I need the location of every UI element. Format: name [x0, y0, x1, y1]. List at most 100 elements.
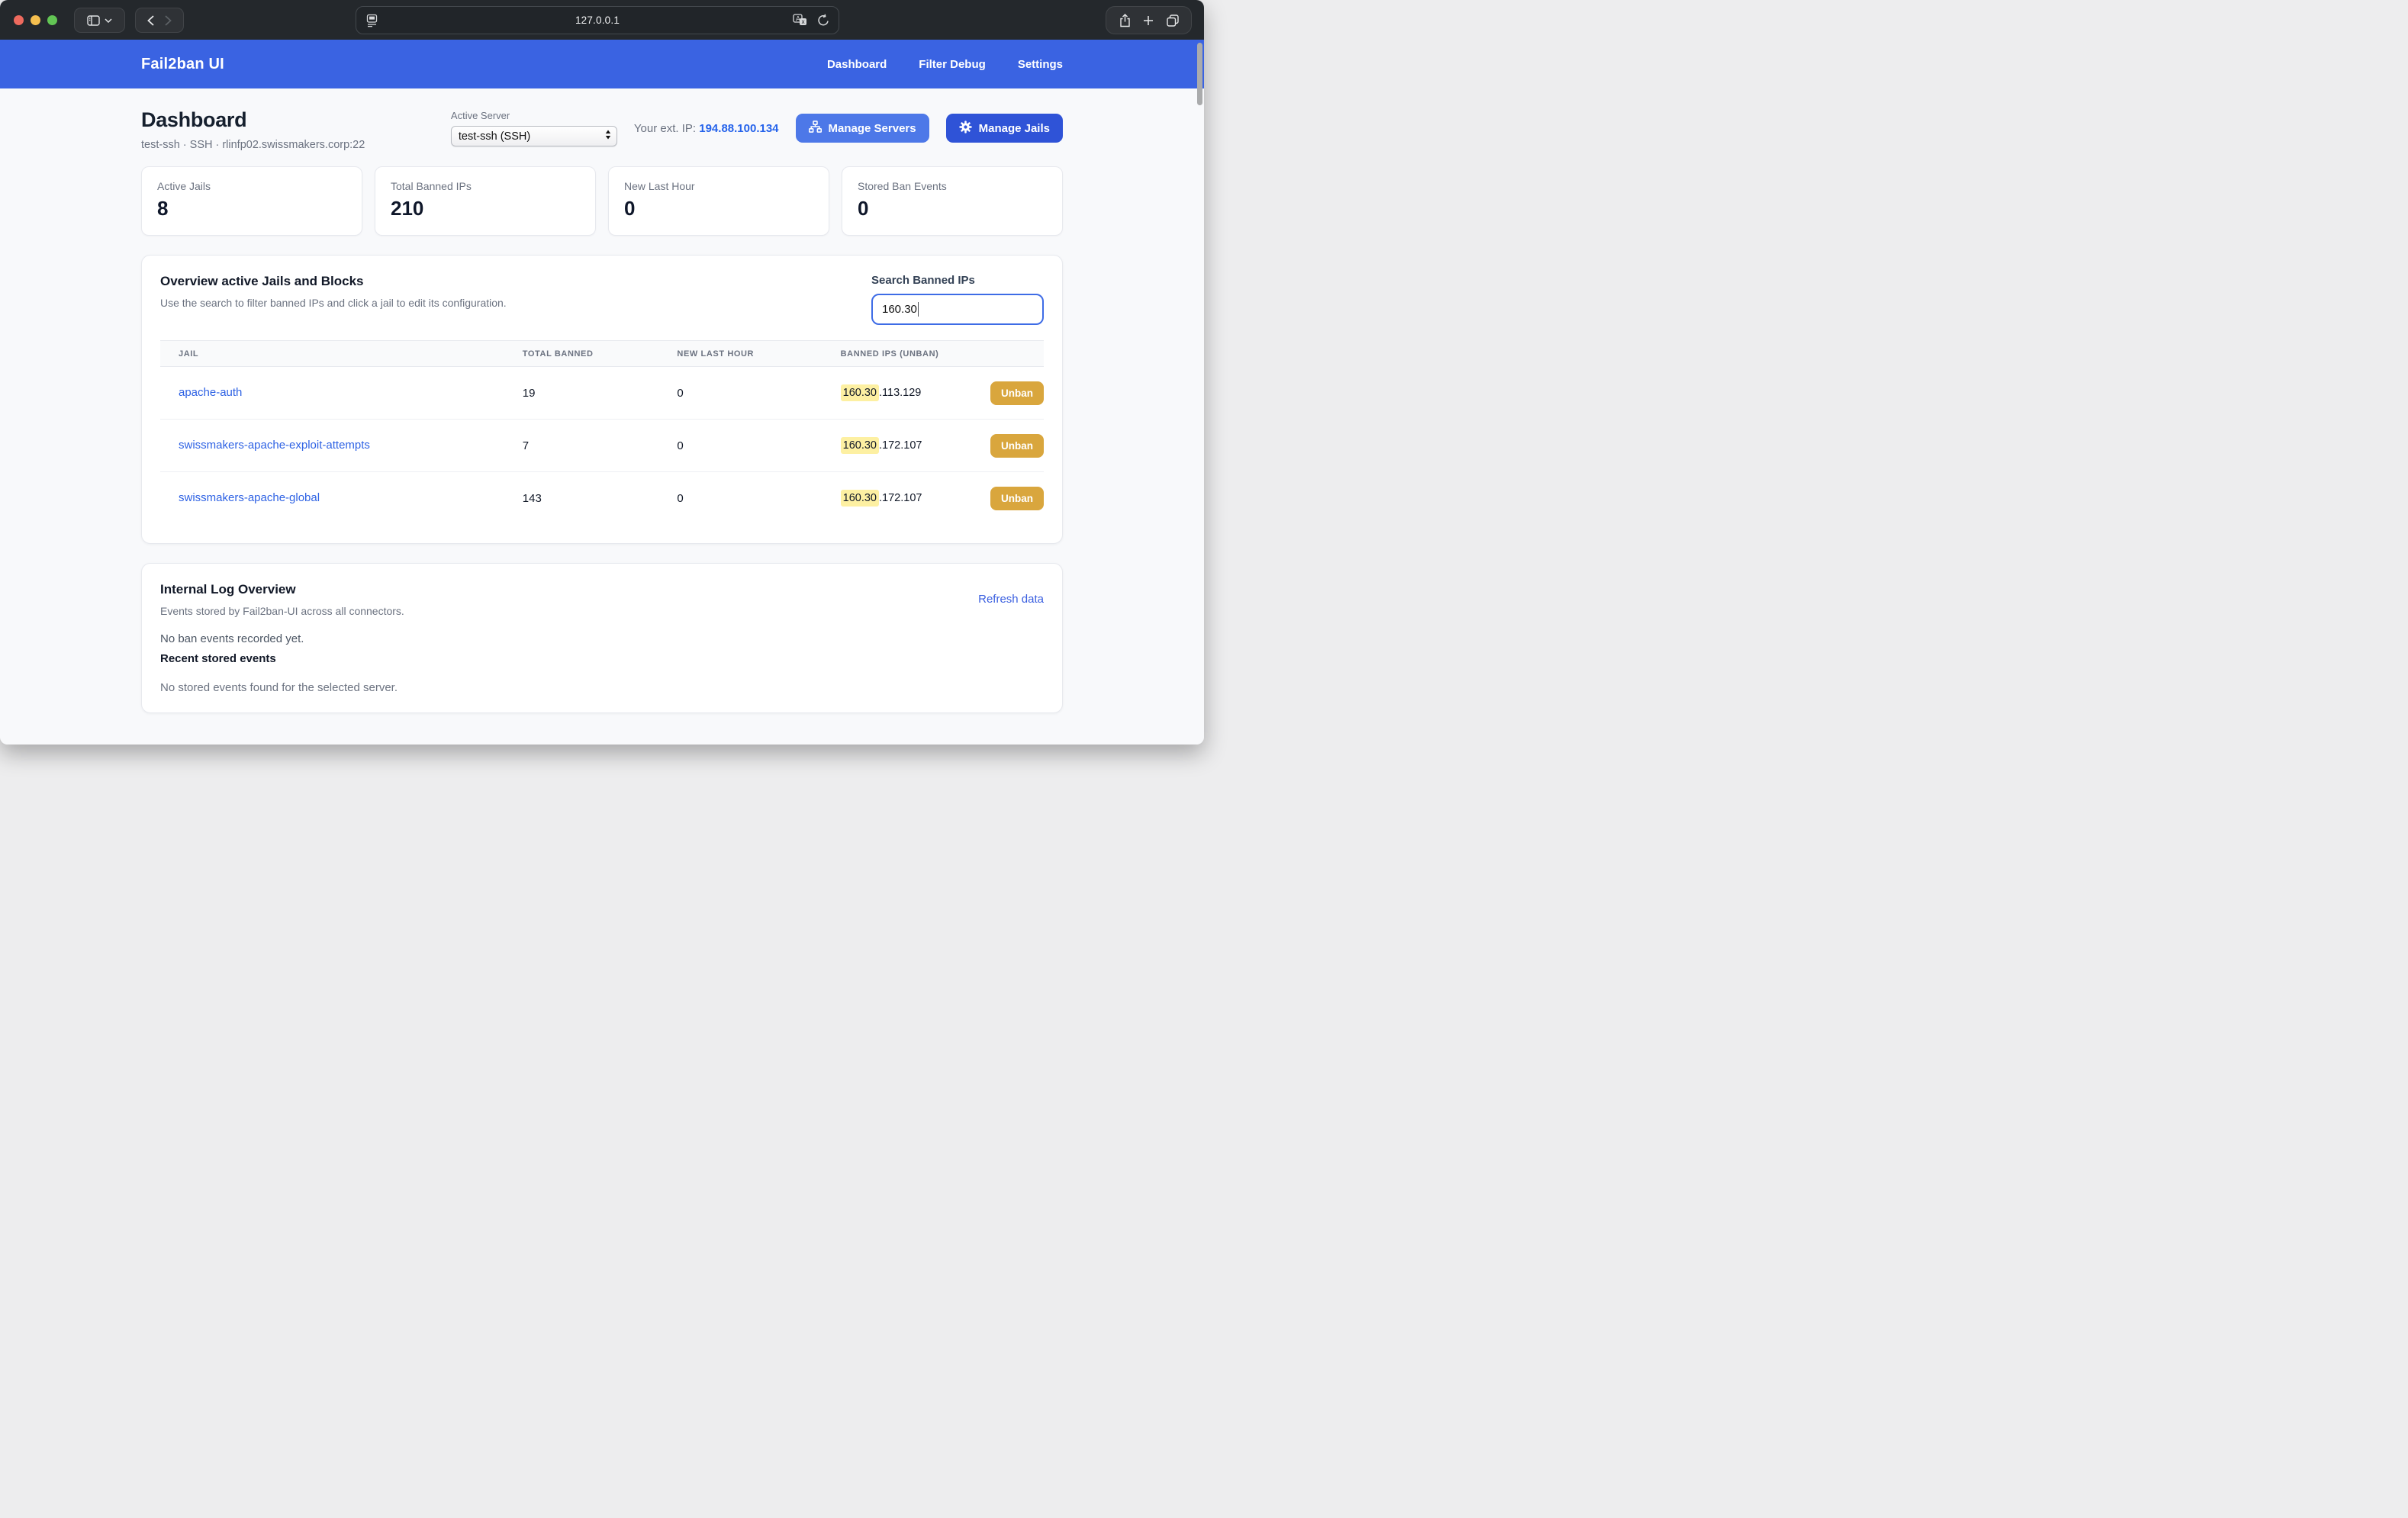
- page-scrollbar[interactable]: [1197, 43, 1202, 105]
- banned-ip: 160.30.172.107: [841, 439, 922, 452]
- stat-value: 0: [624, 197, 813, 220]
- nav-link-dashboard[interactable]: Dashboard: [827, 58, 887, 71]
- share-icon[interactable]: [1119, 14, 1131, 27]
- browser-toolbar: 127.0.0.1 A x: [0, 0, 1204, 40]
- internal-log-title: Internal Log Overview: [160, 582, 404, 597]
- total-banned-value: 19: [523, 367, 678, 420]
- stat-value: 0: [858, 197, 1047, 220]
- jail-link[interactable]: apache-auth: [179, 386, 242, 399]
- browser-window: 127.0.0.1 A x: [0, 0, 1204, 745]
- gear-icon: [959, 121, 972, 137]
- new-last-hour-value: 0: [677, 420, 840, 472]
- history-nav-group: [135, 8, 184, 33]
- overview-card: Overview active Jails and Blocks Use the…: [141, 255, 1063, 544]
- ip-search-highlight: 160.30: [841, 490, 879, 507]
- jail-link[interactable]: swissmakers-apache-exploit-attempts: [179, 439, 370, 452]
- table-row: apache-auth 19 0 160.30.113.129 Unban: [160, 367, 1044, 420]
- back-button-icon[interactable]: [147, 15, 154, 26]
- url-text[interactable]: 127.0.0.1: [356, 14, 839, 26]
- sidebar-toggle-group: [74, 8, 125, 33]
- fullscreen-window-button[interactable]: [47, 15, 57, 25]
- app-brand: Fail2ban UI: [141, 56, 224, 73]
- sidebar-chevron-down-icon[interactable]: [105, 18, 112, 23]
- ip-rest: .172.107: [879, 492, 922, 504]
- external-ip: Your ext. IP: 194.88.100.134: [634, 122, 779, 135]
- ip-search-highlight: 160.30: [841, 384, 879, 401]
- sitemap-icon: [809, 121, 822, 136]
- search-banned-ips-input[interactable]: 160.30: [871, 294, 1044, 325]
- manage-servers-button[interactable]: Manage Servers: [796, 114, 929, 143]
- search-banned-ips-label: Search Banned IPs: [871, 274, 1044, 287]
- page-header: Dashboard test-ssh · SSH · rlinfp02.swis…: [141, 108, 1063, 151]
- stat-label: Total Banned IPs: [391, 180, 580, 192]
- manage-jails-label: Manage Jails: [979, 122, 1050, 135]
- active-server-value: test-ssh (SSH): [459, 130, 530, 143]
- column-header-banned-ips: Banned IPs (Unban): [841, 341, 1044, 367]
- unban-button[interactable]: Unban: [990, 381, 1044, 405]
- column-header-jail: Jail: [160, 341, 523, 367]
- manage-jails-button[interactable]: Manage Jails: [946, 114, 1063, 143]
- page-body: Dashboard test-ssh · SSH · rlinfp02.swis…: [0, 88, 1204, 745]
- text-cursor: [918, 302, 919, 317]
- banned-ip: 160.30.172.107: [841, 492, 922, 504]
- manage-servers-label: Manage Servers: [829, 122, 916, 135]
- ip-rest: .172.107: [879, 439, 922, 452]
- jails-table: Jail Total Banned New Last Hour Banned I…: [160, 340, 1044, 525]
- refresh-data-link[interactable]: Refresh data: [978, 593, 1044, 606]
- active-server-label: Active Server: [451, 110, 617, 121]
- new-last-hour-value: 0: [677, 472, 840, 525]
- close-window-button[interactable]: [14, 15, 24, 25]
- page-title: Dashboard: [141, 108, 365, 132]
- stat-label: New Last Hour: [624, 180, 813, 192]
- page-subtitle: test-ssh · SSH · rlinfp02.swissmakers.co…: [141, 139, 365, 151]
- traffic-lights: [14, 15, 57, 25]
- nav-link-filter-debug[interactable]: Filter Debug: [919, 58, 986, 71]
- tab-overview-icon[interactable]: [1167, 14, 1179, 27]
- stat-card-stored-ban-events: Stored Ban Events 0: [842, 166, 1063, 236]
- recent-stored-events-title: Recent stored events: [160, 652, 1044, 665]
- sidebar-icon[interactable]: [87, 15, 100, 26]
- no-ban-events-text: No ban events recorded yet.: [160, 632, 1044, 645]
- overview-description: Use the search to filter banned IPs and …: [160, 297, 507, 309]
- column-header-total-banned: Total Banned: [523, 341, 678, 367]
- select-arrows-icon: [605, 130, 611, 143]
- stat-label: Stored Ban Events: [858, 180, 1047, 192]
- ip-rest: .113.129: [879, 387, 921, 399]
- stat-label: Active Jails: [157, 180, 346, 192]
- unban-button[interactable]: Unban: [990, 434, 1044, 458]
- table-row: swissmakers-apache-exploit-attempts 7 0 …: [160, 420, 1044, 472]
- internal-log-card: Internal Log Overview Events stored by F…: [141, 563, 1063, 713]
- internal-log-description: Events stored by Fail2ban-UI across all …: [160, 605, 404, 617]
- stat-card-total-banned: Total Banned IPs 210: [375, 166, 596, 236]
- unban-button[interactable]: Unban: [990, 487, 1044, 510]
- total-banned-value: 143: [523, 472, 678, 525]
- new-last-hour-value: 0: [677, 367, 840, 420]
- address-bar[interactable]: 127.0.0.1 A x: [356, 6, 839, 34]
- ip-search-highlight: 160.30: [841, 437, 879, 454]
- search-input-value: 160.30: [882, 303, 917, 316]
- app-navbar: Fail2ban UI Dashboard Filter Debug Setti…: [0, 40, 1204, 88]
- active-server-select[interactable]: test-ssh (SSH): [451, 126, 617, 146]
- address-bar-actions: A x: [793, 14, 829, 27]
- new-tab-icon[interactable]: [1143, 15, 1154, 26]
- table-row: swissmakers-apache-global 143 0 160.30.1…: [160, 472, 1044, 525]
- banned-ip: 160.30.113.129: [841, 387, 922, 399]
- overview-title: Overview active Jails and Blocks: [160, 274, 507, 289]
- tab-actions-group: [1106, 6, 1192, 34]
- column-header-new-last-hour: New Last Hour: [677, 341, 840, 367]
- stat-cards: Active Jails 8 Total Banned IPs 210 New …: [141, 166, 1063, 236]
- forward-button-icon[interactable]: [165, 15, 172, 26]
- translate-icon[interactable]: A x: [793, 14, 807, 27]
- external-ip-label: Your ext. IP:: [634, 122, 696, 135]
- table-header-row: Jail Total Banned New Last Hour Banned I…: [160, 341, 1044, 367]
- minimize-window-button[interactable]: [31, 15, 40, 25]
- nav-links: Dashboard Filter Debug Settings: [827, 58, 1063, 71]
- no-stored-events-text: No stored events found for the selected …: [160, 681, 1044, 694]
- total-banned-value: 7: [523, 420, 678, 472]
- jail-link[interactable]: swissmakers-apache-global: [179, 491, 320, 504]
- stat-value: 210: [391, 197, 580, 220]
- stat-card-new-last-hour: New Last Hour 0: [608, 166, 829, 236]
- external-ip-value[interactable]: 194.88.100.134: [699, 122, 778, 135]
- reload-icon[interactable]: [817, 14, 829, 27]
- nav-link-settings[interactable]: Settings: [1018, 58, 1063, 71]
